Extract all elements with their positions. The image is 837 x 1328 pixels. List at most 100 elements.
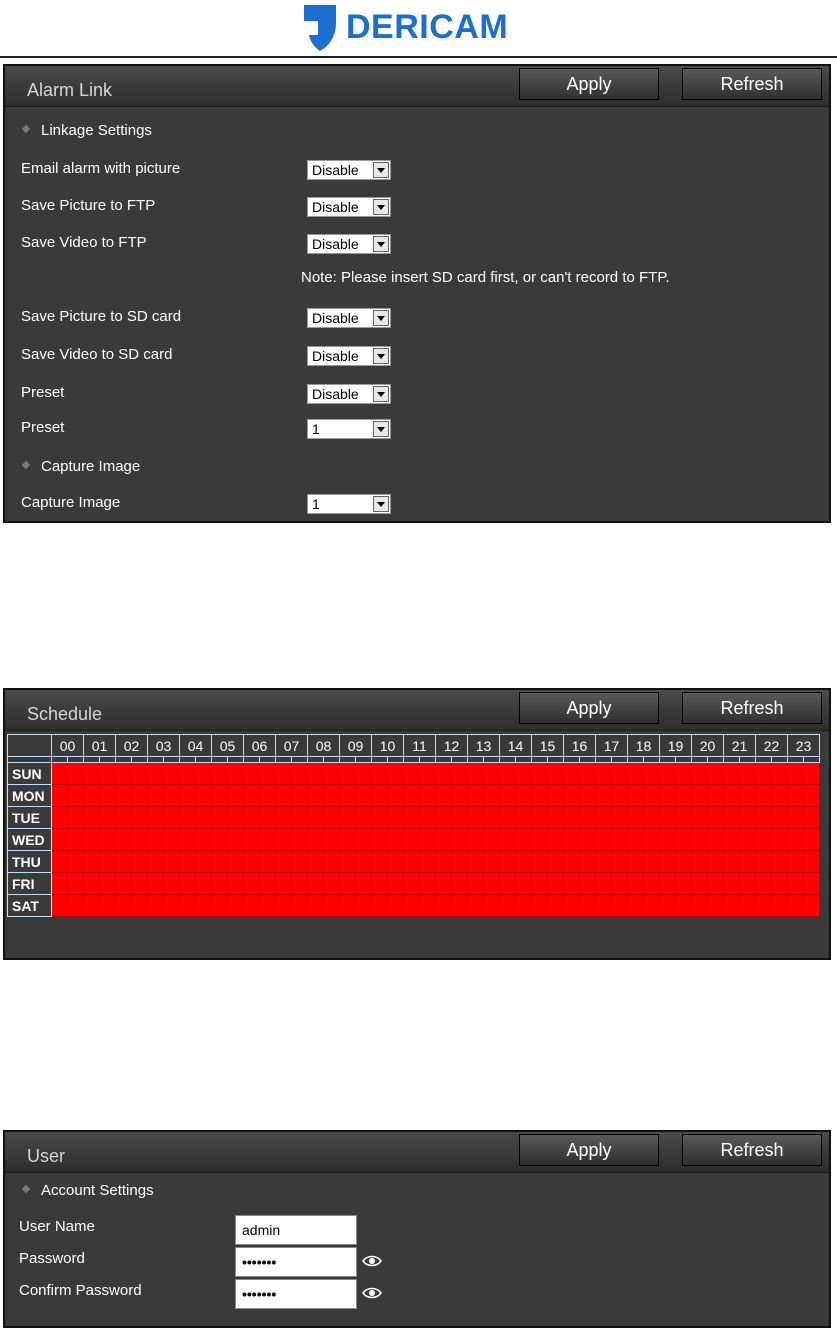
- schedule-cell[interactable]: [67, 762, 84, 785]
- schedule-cell[interactable]: [339, 762, 356, 785]
- schedule-cell[interactable]: [707, 762, 724, 785]
- schedule-cell[interactable]: [451, 762, 468, 785]
- schedule-cell[interactable]: [739, 894, 756, 917]
- save-video-sd-select[interactable]: Disable: [307, 346, 391, 366]
- schedule-cell[interactable]: [435, 762, 452, 785]
- schedule-cell[interactable]: [243, 784, 260, 807]
- schedule-cell[interactable]: [755, 784, 772, 807]
- schedule-cell[interactable]: [675, 762, 692, 785]
- schedule-cell[interactable]: [451, 806, 468, 829]
- save-picture-sd-select[interactable]: Disable: [307, 308, 391, 328]
- schedule-cell[interactable]: [723, 806, 740, 829]
- schedule-cell[interactable]: [403, 872, 420, 895]
- schedule-cell[interactable]: [787, 872, 804, 895]
- preset-number-select[interactable]: 1: [307, 419, 391, 439]
- schedule-cell[interactable]: [627, 784, 644, 807]
- hour-header-22[interactable]: 22: [755, 734, 788, 757]
- schedule-cell[interactable]: [691, 784, 708, 807]
- schedule-cell[interactable]: [195, 894, 212, 917]
- schedule-cell[interactable]: [51, 828, 68, 851]
- schedule-cell[interactable]: [291, 872, 308, 895]
- schedule-cell[interactable]: [67, 828, 84, 851]
- dropdown-arrow-icon[interactable]: [373, 496, 389, 512]
- username-input[interactable]: admin: [235, 1215, 357, 1245]
- schedule-cell[interactable]: [307, 894, 324, 917]
- schedule-cell[interactable]: [291, 762, 308, 785]
- schedule-cell[interactable]: [179, 872, 196, 895]
- schedule-cell[interactable]: [643, 894, 660, 917]
- schedule-cell[interactable]: [419, 806, 436, 829]
- schedule-cell[interactable]: [179, 784, 196, 807]
- schedule-cell[interactable]: [99, 806, 116, 829]
- schedule-cell[interactable]: [451, 784, 468, 807]
- schedule-cell[interactable]: [227, 784, 244, 807]
- schedule-cell[interactable]: [147, 784, 164, 807]
- schedule-cell[interactable]: [419, 762, 436, 785]
- schedule-cell[interactable]: [659, 806, 676, 829]
- schedule-cell[interactable]: [163, 784, 180, 807]
- schedule-cell[interactable]: [115, 850, 132, 873]
- schedule-cell[interactable]: [611, 828, 628, 851]
- schedule-cell[interactable]: [355, 850, 372, 873]
- schedule-cell[interactable]: [467, 784, 484, 807]
- schedule-cell[interactable]: [771, 762, 788, 785]
- schedule-cell[interactable]: [611, 872, 628, 895]
- schedule-cell[interactable]: [99, 762, 116, 785]
- schedule-cell[interactable]: [243, 762, 260, 785]
- schedule-cell[interactable]: [627, 850, 644, 873]
- schedule-cell[interactable]: [163, 850, 180, 873]
- schedule-cell[interactable]: [739, 828, 756, 851]
- schedule-cell[interactable]: [803, 828, 820, 851]
- schedule-cell[interactable]: [803, 850, 820, 873]
- schedule-cell[interactable]: [643, 850, 660, 873]
- schedule-cell[interactable]: [531, 894, 548, 917]
- schedule-cell[interactable]: [355, 828, 372, 851]
- schedule-cell[interactable]: [195, 872, 212, 895]
- schedule-cell[interactable]: [419, 828, 436, 851]
- day-label-sat[interactable]: SAT: [7, 894, 52, 917]
- hour-header-08[interactable]: 08: [307, 734, 340, 757]
- schedule-cell[interactable]: [595, 762, 612, 785]
- apply-button[interactable]: Apply: [519, 692, 659, 724]
- hour-header-09[interactable]: 09: [339, 734, 372, 757]
- schedule-cell[interactable]: [355, 762, 372, 785]
- schedule-cell[interactable]: [579, 850, 596, 873]
- schedule-cell[interactable]: [163, 828, 180, 851]
- schedule-cell[interactable]: [67, 894, 84, 917]
- schedule-cell[interactable]: [675, 894, 692, 917]
- schedule-cell[interactable]: [499, 806, 516, 829]
- schedule-cell[interactable]: [259, 872, 276, 895]
- schedule-cell[interactable]: [339, 828, 356, 851]
- schedule-cell[interactable]: [643, 872, 660, 895]
- schedule-cell[interactable]: [387, 762, 404, 785]
- schedule-cell[interactable]: [675, 828, 692, 851]
- schedule-cell[interactable]: [723, 894, 740, 917]
- schedule-cell[interactable]: [531, 806, 548, 829]
- schedule-cell[interactable]: [211, 828, 228, 851]
- hour-header-05[interactable]: 05: [211, 734, 244, 757]
- schedule-cell[interactable]: [355, 806, 372, 829]
- schedule-cell[interactable]: [531, 762, 548, 785]
- schedule-cell[interactable]: [467, 850, 484, 873]
- schedule-cell[interactable]: [611, 762, 628, 785]
- hour-header-21[interactable]: 21: [723, 734, 756, 757]
- schedule-cell[interactable]: [227, 872, 244, 895]
- schedule-cell[interactable]: [547, 784, 564, 807]
- schedule-cell[interactable]: [547, 850, 564, 873]
- save-picture-ftp-select[interactable]: Disable: [307, 197, 391, 217]
- schedule-cell[interactable]: [211, 894, 228, 917]
- schedule-cell[interactable]: [467, 762, 484, 785]
- capture-image-select[interactable]: 1: [307, 494, 391, 514]
- schedule-cell[interactable]: [467, 806, 484, 829]
- schedule-cell[interactable]: [339, 850, 356, 873]
- schedule-cell[interactable]: [739, 850, 756, 873]
- schedule-cell[interactable]: [211, 872, 228, 895]
- schedule-cell[interactable]: [387, 828, 404, 851]
- hour-header-17[interactable]: 17: [595, 734, 628, 757]
- schedule-cell[interactable]: [291, 850, 308, 873]
- schedule-cell[interactable]: [499, 894, 516, 917]
- schedule-cell[interactable]: [115, 784, 132, 807]
- day-label-thu[interactable]: THU: [7, 850, 52, 873]
- schedule-cell[interactable]: [787, 828, 804, 851]
- schedule-cell[interactable]: [243, 850, 260, 873]
